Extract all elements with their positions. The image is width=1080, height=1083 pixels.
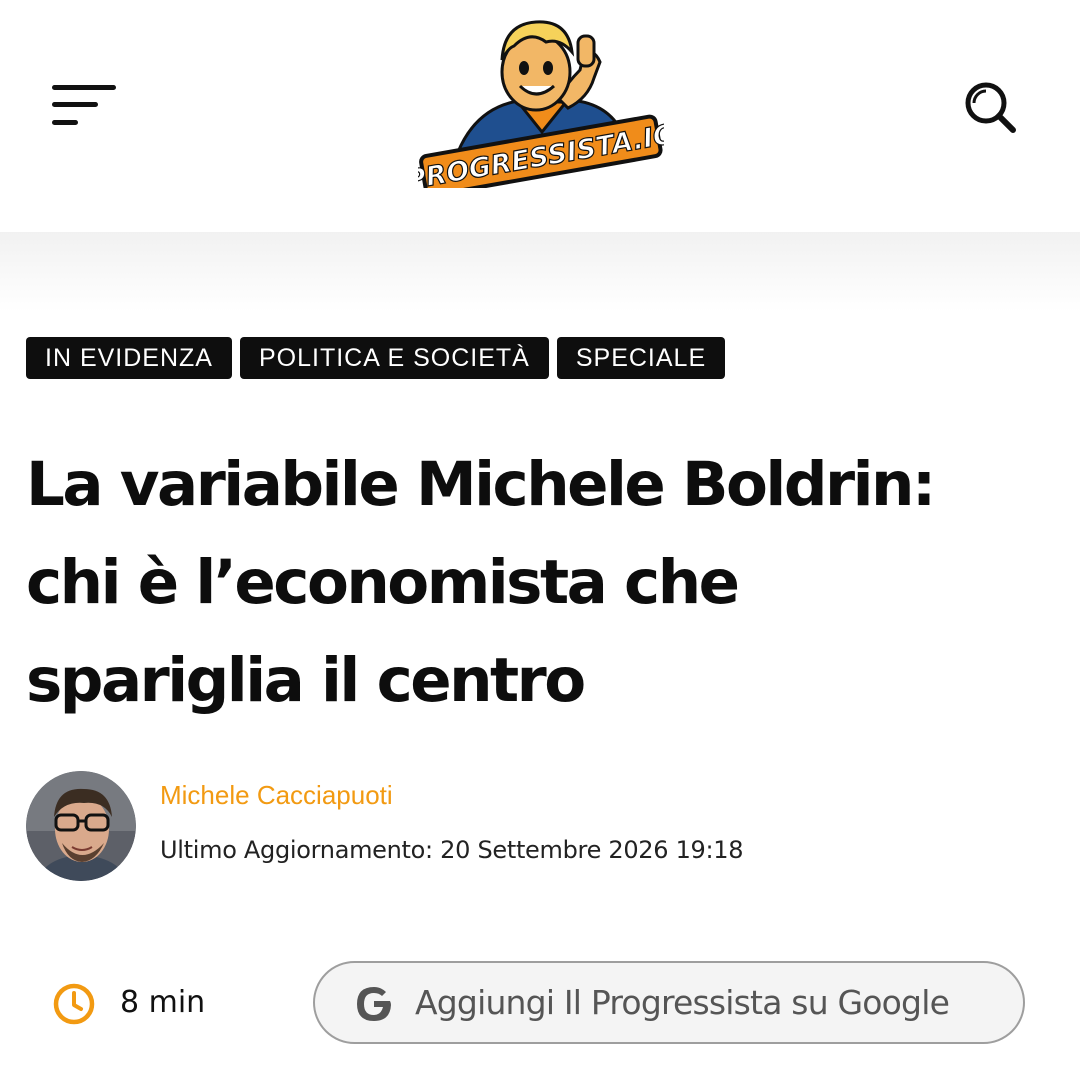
article-title: La variabile Michele Boldrin: chi è l’ec… xyxy=(26,436,1046,730)
tag-politica-e-societa[interactable]: POLITICA E SOCIETÀ xyxy=(239,337,549,379)
add-to-google-button[interactable]: Aggiungi Il Progressista su Google xyxy=(313,961,1025,1044)
title-line: spariglia il centro xyxy=(26,645,586,716)
author-avatar[interactable] xyxy=(26,771,136,881)
clock-icon xyxy=(53,983,95,1025)
site-logo[interactable]: PROGRESSISTA.IO xyxy=(418,12,664,188)
author-name[interactable]: Michele Cacciapuoti xyxy=(160,780,393,811)
title-line: La variabile Michele Boldrin: xyxy=(26,449,936,520)
title-line: chi è l’economista che xyxy=(26,547,740,618)
category-tags: IN EVIDENZA POLITICA E SOCIETÀ SPECIALE xyxy=(26,337,726,379)
tag-speciale[interactable]: SPECIALE xyxy=(556,337,726,379)
site-header: PROGRESSISTA.IO xyxy=(0,0,1080,232)
tag-in-evidenza[interactable]: IN EVIDENZA xyxy=(26,337,232,379)
google-g-icon xyxy=(357,987,391,1021)
search-icon[interactable] xyxy=(962,80,1018,136)
last-updated: Ultimo Aggiornamento: 20 Settembre 2026 … xyxy=(160,836,744,864)
add-to-google-label: Aggiungi Il Progressista su Google xyxy=(415,983,950,1022)
menu-button[interactable] xyxy=(52,82,118,130)
article-page: PROGRESSISTA.IO IN EVIDENZA POLITICA E S… xyxy=(0,0,1080,1083)
hamburger-icon xyxy=(52,85,116,90)
header-divider xyxy=(0,232,1080,312)
read-time: 8 min xyxy=(120,985,206,1020)
